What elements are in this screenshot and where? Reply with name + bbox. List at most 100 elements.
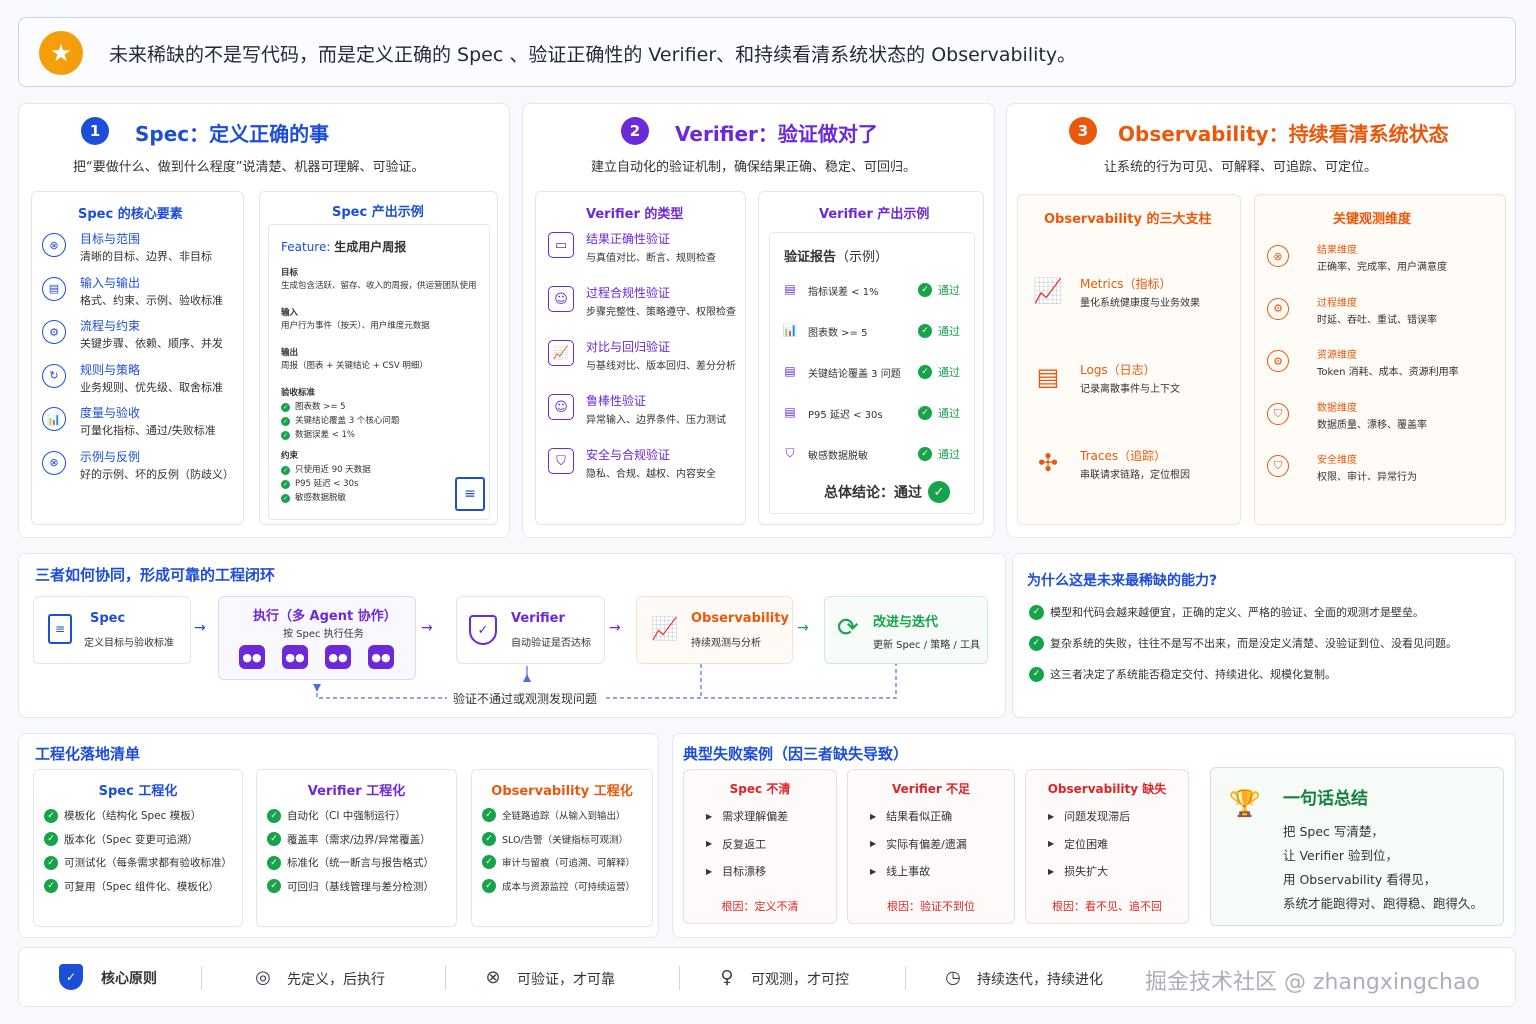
checklist-text: 版本化（Spec 变更可追溯）	[64, 833, 198, 846]
obs-panel: 3 Observability：持续看清系统状态 让系统的行为可见、可解释、可追…	[1006, 103, 1516, 538]
failures-title: 典型失败案例（因三者缺失导致）	[683, 745, 909, 763]
why-text: 模型和代码会越来越便宜，正确的定义、严格的验证、全面的观测才是壁垒。	[1050, 606, 1424, 619]
constraint-heading: 约束	[281, 451, 299, 461]
report-item-icon: 📊	[782, 323, 798, 337]
why-title: 为什么这是未来最稀缺的能力?	[1027, 573, 1218, 589]
dim-title: 数据维度	[1317, 402, 1357, 414]
checklist-column: Spec 工程化 ✓ 模板化（结构化 Spec 模板） ✓ 版本化（Spec 变更可追溯…	[33, 769, 243, 927]
spec-doc: Feature: 生成用户周报 目标 生成包含活跃、留存、收入的周报，供运营团队…	[268, 224, 490, 520]
pass-icon: ✓	[918, 283, 932, 297]
pillar-title: Traces（追踪）	[1080, 449, 1167, 463]
failure-text: 目标漂移	[722, 865, 767, 878]
target-icon: ◎	[255, 966, 271, 988]
failure-item: ▶ 结果看似正确	[870, 808, 952, 824]
why-item: ✓ 这三者决定了系统能否稳定交付、持续进化、规模化复制。	[1029, 666, 1336, 682]
checklist-item: ✓ 可测试化（每条需求都有验收标准）	[44, 855, 232, 870]
checklist-item: ✓ SLO/告警（关键指标可观测）	[482, 831, 628, 846]
dim-desc: 数据质量、漂移、覆盖率	[1317, 419, 1427, 431]
failure-root-cause: 根因：验证不到位	[887, 900, 975, 913]
failure-item: ▶ 反复返工	[706, 836, 766, 852]
check-icon: ✓	[281, 466, 290, 475]
step-3-badge: 3	[1069, 117, 1097, 145]
accept-heading: 验收标准	[281, 388, 316, 398]
pass-text: 通过	[938, 407, 960, 420]
report-item-icon: ⛉	[785, 445, 795, 460]
verify-icon: ⊗	[485, 966, 501, 988]
check-icon: ✓	[44, 832, 58, 846]
failure-text: 定位困难	[1064, 837, 1109, 851]
checklist-item: ✓ 自动化（CI 中强制运行）	[267, 808, 406, 823]
dim-desc: Token 消耗、成本、资源利用率	[1317, 367, 1459, 378]
verifier-type-title: 结果正确性验证	[586, 232, 671, 246]
pass-icon: ✓	[918, 365, 932, 379]
check-text: 敏感数据脱敏	[295, 493, 347, 503]
step-1-badge: 1	[81, 117, 109, 145]
failure-item: ▶ 损失扩大	[1048, 863, 1108, 879]
feature-name: 生成用户周报	[334, 240, 407, 254]
checklist-column: Verifier 工程化 ✓ 自动化（CI 中强制运行） ✓ 覆盖率（需求/边界/异常覆…	[256, 769, 457, 927]
dim-title: 过程维度	[1317, 297, 1357, 309]
divider	[905, 966, 906, 990]
summary-line: 把 Spec 写清楚，	[1283, 824, 1384, 839]
bullet-icon: ▶	[1048, 839, 1055, 848]
spec-core-item-desc: 关键步骤、依赖、顺序、并发	[80, 337, 223, 350]
process-icon: ⚙	[1267, 297, 1289, 320]
verifier-type-desc: 与真值对比、断言、规则检查	[586, 253, 716, 264]
checklist-column-title: Spec 工程化	[98, 784, 178, 799]
check-text: P95 延迟 < 30s	[295, 479, 359, 489]
dim-desc: 权限、审计、异常行为	[1317, 472, 1417, 483]
checklist-item: ✓ 审计与留痕（可追溯、可解释）	[482, 855, 635, 869]
check-icon: ✓	[267, 855, 281, 870]
failure-column: Spec 不清 ▶ 需求理解偏差 ▶ 反复返工 ▶ 目标漂移 根因：定义不清	[683, 769, 837, 924]
report-item-icon: ▤	[784, 282, 796, 296]
failure-text: 问题发现滞后	[1064, 810, 1131, 823]
checklist-text: 自动化（CI 中强制运行）	[287, 810, 406, 822]
checklist-column-title: Verifier 工程化	[307, 784, 406, 799]
checklist-panel: 工程化落地清单 Spec 工程化 ✓ 模板化（结构化 Spec 模板） ✓ 版本化（Sp…	[18, 733, 659, 938]
obs-dims-card: 关键观测维度 ⊗ 结果维度 正确率、完成率、用户满意度 ⚙ 过程维度 时延、吞吐、重试、错…	[1254, 194, 1506, 525]
failure-text: 线上事故	[886, 865, 931, 878]
check-text: 图表数 >= 5	[295, 402, 346, 412]
spec-core-item-desc: 好的示例、坏的反例（防歧义）	[80, 467, 234, 481]
spec-title: Spec：定义正确的事	[135, 122, 330, 146]
spec-core-item-desc: 清晰的目标、边界、非目标	[80, 250, 212, 263]
rule-icon: ↻	[42, 363, 66, 388]
verifier-type-desc: 与基线对比、版本回归、差分分析	[586, 361, 736, 372]
spec-core-item-title: 目标与范围	[80, 232, 141, 246]
check-item: ✓ 图表数 >= 5	[281, 401, 477, 414]
report-item-text: 图表数 >= 5	[808, 328, 868, 339]
compare-icon: 📈	[548, 340, 574, 366]
spec-core-item-title: 流程与约束	[80, 319, 141, 333]
logs-icon: ▤	[1036, 363, 1060, 391]
loop-label: 验证不通过或观测发现问题	[447, 690, 604, 707]
pass-icon: ✓	[918, 324, 932, 338]
goal-heading: 目标	[281, 268, 299, 278]
why-item: ✓ 复杂系统的失败，往往不是写不出来，而是没定义清楚、没验证到位、没看见问题。	[1029, 635, 1457, 651]
summary-card: 🏆 一句话总结 把 Spec 写清楚， 让 Verifier 验到位， 用 Obse…	[1210, 767, 1504, 926]
checklist-item: ✓ 版本化（Spec 变更可追溯）	[44, 832, 198, 847]
conclusion-value: 通过	[894, 485, 922, 501]
bullet-icon: ▶	[1048, 811, 1055, 821]
obs-subtitle: 让系统的行为可见、可解释、可追踪、可定位。	[1104, 160, 1378, 175]
divider	[445, 966, 446, 990]
check-icon: ✓	[281, 431, 290, 440]
failure-text: 结果看似正确	[886, 810, 953, 823]
result-icon: ⊗	[1267, 245, 1289, 267]
failure-item: ▶ 目标漂移	[706, 863, 766, 879]
spec-example-title: Spec 产出示例	[332, 205, 424, 220]
spec-panel: 1 Spec：定义正确的事 把“要做什么、做到什么程度”说清楚、机器可理解、可验…	[18, 103, 510, 538]
failure-column-title: Observability 缺失	[1047, 782, 1167, 796]
obs-pillars-title: Observability 的三大支柱	[1044, 212, 1212, 227]
verifier-type-title: 鲁棒性验证	[586, 394, 647, 408]
target-icon: ⊗	[42, 233, 66, 257]
resource-icon: ⚙	[1267, 350, 1289, 372]
verifier-panel: 2 Verifier：验证做对了 建立自动化的验证机制，确保结果正确、稳定、可回…	[522, 103, 995, 538]
summary-line: 用 Observability 看得见，	[1283, 872, 1437, 887]
spec-subtitle: 把“要做什么、做到什么程度”说清楚、机器可理解、可验证。	[73, 160, 425, 175]
bullet-icon: ▶	[706, 839, 713, 848]
failure-item: ▶ 定位困难	[1048, 836, 1108, 852]
security-icon: ⛉	[1267, 455, 1289, 477]
output-heading: 输出	[281, 348, 299, 358]
pass-text: 通过	[938, 284, 960, 297]
spec-core-card: Spec 的核心要素 ⊗ 目标与范围 清晰的目标、边界、非目标 ▤ 输入与输出 格式、约束…	[31, 191, 244, 525]
